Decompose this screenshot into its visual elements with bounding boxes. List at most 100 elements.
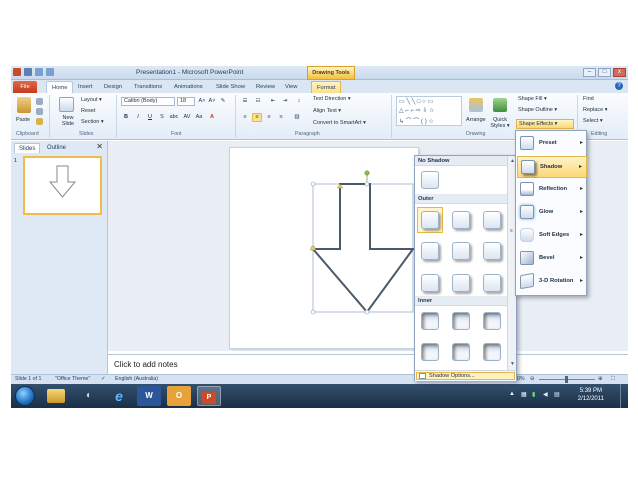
spellcheck-icon[interactable]: ✓ xyxy=(101,376,105,382)
outer-shadow-tile[interactable] xyxy=(452,274,470,292)
tab-design[interactable]: Design xyxy=(104,81,122,93)
save-icon[interactable] xyxy=(24,68,32,76)
menu-item-reflection[interactable]: Reflection ▸ xyxy=(517,179,587,201)
maximize-button[interactable]: □ xyxy=(598,68,611,77)
tray-battery-icon[interactable]: ▮ xyxy=(532,391,535,398)
format-painter-icon[interactable] xyxy=(36,118,43,125)
tab-transitions[interactable]: Transitions xyxy=(134,81,162,93)
slide-thumbnail[interactable] xyxy=(23,156,102,215)
resize-handle[interactable] xyxy=(364,309,370,315)
zoom-out-icon[interactable]: ⊖ xyxy=(530,376,534,382)
inner-shadow-tile[interactable] xyxy=(452,312,470,330)
tab-review[interactable]: Review xyxy=(256,81,275,93)
cut-icon[interactable] xyxy=(36,98,43,105)
tab-insert[interactable]: Insert xyxy=(78,81,93,93)
help-icon[interactable]: ? xyxy=(615,82,623,90)
resize-handle[interactable] xyxy=(310,309,316,315)
copy-icon[interactable] xyxy=(36,108,43,115)
outer-shadow-tile[interactable] xyxy=(421,242,439,260)
menu-item-3d-rotation[interactable]: 3-D Rotation ▸ xyxy=(517,271,587,293)
inner-shadow-tile[interactable] xyxy=(483,343,501,361)
align-right-icon[interactable]: ≡ xyxy=(264,113,274,122)
tab-view[interactable]: View xyxy=(285,81,297,93)
close-button[interactable]: x xyxy=(613,68,626,77)
shape-glyph-icon[interactable]: △ ⌐ ⌐ ⇨ ⇩ ☆ xyxy=(399,107,434,114)
redo-icon[interactable] xyxy=(46,68,54,76)
close-panel-icon[interactable]: ✕ xyxy=(96,142,103,151)
columns-icon[interactable]: ▥ xyxy=(292,113,302,122)
taskbar-clock[interactable]: 5:39 PM 2/12/2011 xyxy=(578,387,604,403)
tray-connection-icon[interactable]: ▤ xyxy=(554,391,560,398)
shapes-gallery[interactable]: ▭ ╲ ╲ □ ○ ▭ △ ⌐ ⌐ ⇨ ⇩ ☆ ↳ ⌒ ⌒ ( ) ☆ xyxy=(396,96,462,126)
new-slide-button[interactable]: New Slide xyxy=(57,115,79,127)
outer-shadow-tile[interactable] xyxy=(421,211,439,229)
shape-fill-button[interactable]: Shape Fill ▾ xyxy=(518,96,547,102)
arrange-button[interactable]: Arrange xyxy=(466,117,486,123)
tab-outline[interactable]: Outline xyxy=(43,143,70,153)
scroll-thumb-icon[interactable]: ≡ xyxy=(510,228,513,234)
menu-item-glow[interactable]: Glow ▸ xyxy=(517,202,587,224)
tab-home[interactable]: Home xyxy=(46,81,74,93)
underline-button[interactable]: U xyxy=(145,113,155,122)
replace-button[interactable]: Replace ▾ xyxy=(583,107,607,113)
tab-format[interactable]: Format xyxy=(311,81,342,93)
font-color-button[interactable]: A xyxy=(207,113,217,122)
inner-shadow-tile[interactable] xyxy=(421,312,439,330)
outer-shadow-tile[interactable] xyxy=(452,242,470,260)
shape-glyph-icon[interactable]: ▭ ╲ ╲ □ ○ ▭ xyxy=(399,98,433,105)
down-arrow-shape[interactable] xyxy=(230,148,418,348)
new-slide-icon[interactable] xyxy=(59,97,74,112)
scroll-down-icon[interactable]: ▼ xyxy=(510,361,515,367)
tray-arrow-icon[interactable]: ▲ xyxy=(509,391,515,397)
show-desktop-button[interactable] xyxy=(620,384,628,408)
minimize-button[interactable]: – xyxy=(583,68,596,77)
quick-styles-icon[interactable] xyxy=(493,98,507,112)
layout-button[interactable]: Layout ▾ xyxy=(81,97,102,103)
inner-shadow-tile[interactable] xyxy=(421,343,439,361)
menu-item-shadow[interactable]: Shadow ▸ xyxy=(517,156,587,178)
shape-outline-button[interactable]: Shape Outline ▾ xyxy=(518,107,557,113)
inner-shadow-tile[interactable] xyxy=(452,343,470,361)
resize-handle[interactable] xyxy=(364,181,370,187)
rotate-handle[interactable] xyxy=(364,170,370,176)
shrink-font-icon[interactable]: A˅ xyxy=(207,97,217,106)
powerpoint-taskbar-icon[interactable]: P xyxy=(197,386,221,406)
font-size-field[interactable]: 18 xyxy=(177,97,195,106)
find-button[interactable]: Find xyxy=(583,96,594,102)
clear-formatting-icon[interactable]: ✎ xyxy=(218,97,228,106)
align-left-icon[interactable]: ≡ xyxy=(240,113,250,122)
inner-shadow-tile[interactable] xyxy=(483,312,501,330)
paste-button[interactable]: Paste xyxy=(16,117,30,123)
align-text-button[interactable]: Align Text ▾ xyxy=(313,108,341,114)
outlook-icon[interactable]: O xyxy=(167,386,191,406)
explorer-icon[interactable] xyxy=(47,389,65,403)
quick-styles-button[interactable]: Quick Styles ▾ xyxy=(489,117,511,129)
paste-icon[interactable] xyxy=(17,97,31,113)
fit-slide-icon[interactable]: ⛶ xyxy=(611,376,615,383)
convert-smartart-button[interactable]: Convert to SmartArt ▾ xyxy=(313,120,366,126)
tab-animations[interactable]: Animations xyxy=(174,81,203,93)
tray-volume-icon[interactable]: ◀ xyxy=(543,391,548,398)
slide-canvas[interactable] xyxy=(230,148,418,348)
bold-button[interactable]: B xyxy=(121,113,131,122)
arrange-icon[interactable] xyxy=(469,98,483,112)
tab-file[interactable]: File xyxy=(13,81,37,93)
menu-item-soft-edges[interactable]: Soft Edges ▸ xyxy=(517,225,587,247)
text-shadow-button[interactable]: abc xyxy=(168,113,180,122)
powerpoint-logo-icon[interactable] xyxy=(13,68,21,76)
select-button[interactable]: Select ▾ xyxy=(583,118,603,124)
grow-font-icon[interactable]: A˄ xyxy=(197,97,207,106)
line-spacing-icon[interactable]: ↕ xyxy=(294,97,304,106)
justify-icon[interactable]: ≡ xyxy=(276,113,286,122)
zoom-slider-thumb[interactable] xyxy=(565,376,568,383)
zoom-in-icon[interactable]: ⊕ xyxy=(598,376,602,382)
language-status[interactable]: English (Australia) xyxy=(115,376,158,382)
resize-handle[interactable] xyxy=(310,181,316,187)
outer-shadow-tile[interactable] xyxy=(421,274,439,292)
italic-button[interactable]: I xyxy=(133,113,143,122)
tray-network-icon[interactable]: ▦ xyxy=(521,391,527,398)
shape-effects-button[interactable]: Shape Effects ▾ xyxy=(516,119,574,129)
text-direction-button[interactable]: Text Direction ▾ xyxy=(313,96,351,102)
increase-indent-icon[interactable]: ⇥ xyxy=(280,97,290,106)
character-spacing-button[interactable]: AV xyxy=(182,113,192,122)
